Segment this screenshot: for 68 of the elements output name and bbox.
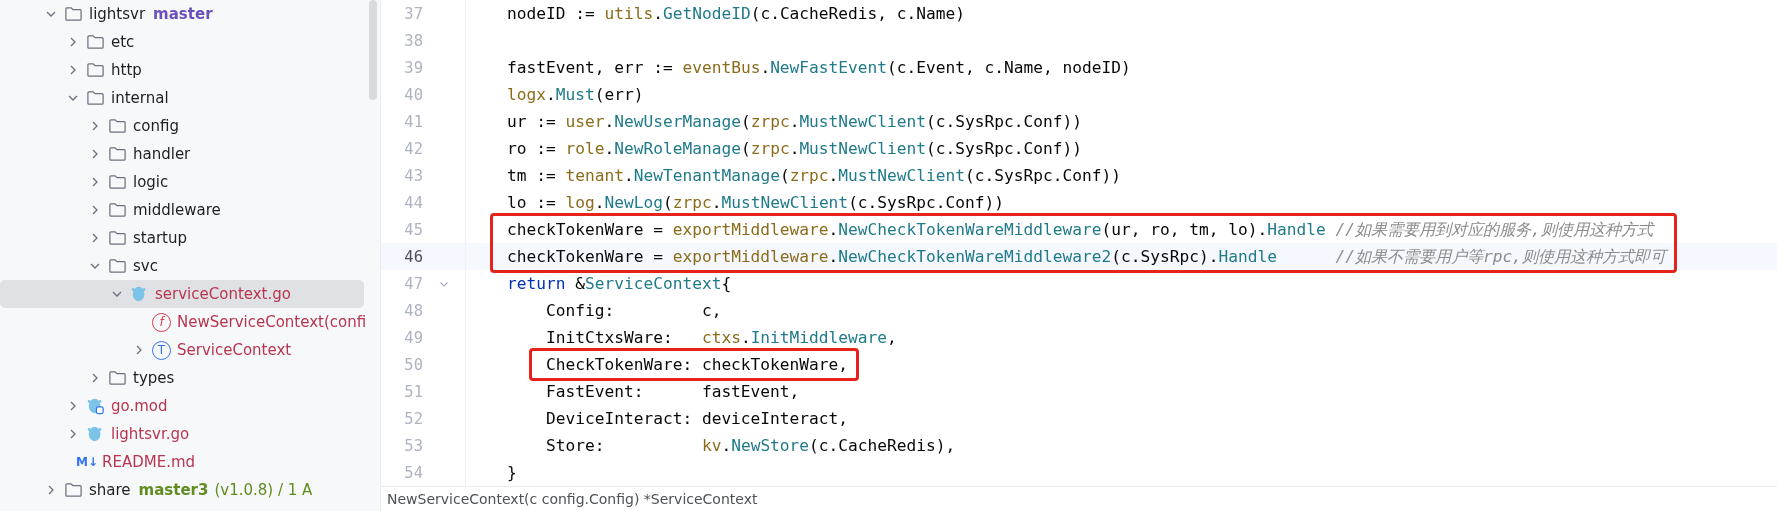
line-number: 52 (403, 409, 423, 428)
tree-item[interactable]: http (0, 56, 364, 84)
line-number: 48 (403, 301, 423, 320)
tree-item[interactable]: lightsvr.go (0, 420, 364, 448)
line-number: 49 (403, 328, 423, 347)
code-line: DeviceInteract: deviceInteract, (545, 409, 849, 428)
tree-item[interactable]: middleware (0, 196, 364, 224)
line-number: 54 (403, 463, 423, 482)
code-line: ro := role.NewRoleManage(zrpc.MustNewClient(c.SysRpc.Conf)) (506, 139, 1082, 158)
tree-item[interactable]: M↓ README.md (0, 448, 364, 476)
tree-item[interactable]: config (0, 112, 364, 140)
folder-icon (108, 229, 127, 247)
line-number: 45 (403, 220, 423, 239)
line-number: 44 (403, 193, 423, 212)
code-line: checkTokenWare = exportMiddleware.NewCheckTokenWareMiddleware(ur, ro, tm, lo).Handle //如果需要用到对应的服务,则使用这种方式 (506, 220, 1653, 239)
folder-icon (108, 117, 127, 135)
folder-icon (64, 481, 83, 499)
scrollbar[interactable] (369, 0, 377, 100)
tree-item[interactable]: share master3 (v1.0.8) / 1 A (0, 476, 364, 504)
folder-icon (64, 5, 83, 23)
code-line: logx.Must(err) (506, 85, 644, 104)
folder-icon (86, 33, 105, 51)
folder-icon (108, 257, 127, 275)
line-number: 37 (403, 4, 423, 23)
line-number: 41 (403, 112, 423, 131)
line-number: 40 (403, 85, 423, 104)
tree-item[interactable]: logic (0, 168, 364, 196)
folder-icon (108, 145, 127, 163)
tree-item[interactable]: f NewServiceContext(confi (0, 308, 367, 336)
breadcrumb[interactable]: NewServiceContext(c config.Config) *ServiceContext (387, 487, 758, 509)
code-line: } (506, 463, 517, 482)
folder-icon (86, 61, 105, 79)
line-number: 43 (403, 166, 423, 185)
tree-item[interactable]: internal (0, 84, 364, 112)
line-number: 42 (403, 139, 423, 158)
file-icon (86, 397, 105, 415)
tree-item[interactable]: etc (0, 28, 364, 56)
tree-item[interactable]: types (0, 364, 364, 392)
folder-icon (108, 369, 127, 387)
code-line: Config: c, (545, 301, 722, 320)
tree-item[interactable]: go.mod (0, 392, 364, 420)
code-line: FastEvent: fastEvent, (545, 382, 800, 401)
line-number: 38 (403, 31, 423, 50)
markdown-icon: M↓ (76, 455, 98, 469)
code-line: fastEvent, err := eventBus.NewFastEvent(c.Event, c.Name, nodeID) (506, 58, 1131, 77)
folder-icon (108, 173, 127, 191)
line-number: 47 (403, 274, 423, 293)
line-number: 53 (403, 436, 423, 455)
folder-icon (108, 201, 127, 219)
tree-item[interactable]: handler (0, 140, 364, 168)
tree-item[interactable]: serviceContext.go (0, 280, 364, 308)
code-line: Store: kv.NewStore(c.CacheRedis), (545, 436, 956, 455)
code-line: lo := log.NewLog(zrpc.MustNewClient(c.SysRpc.Conf)) (506, 193, 1005, 212)
tree-item[interactable]: T ServiceContext (0, 336, 364, 364)
line-number: 51 (403, 382, 423, 401)
line-number: 50 (403, 355, 423, 374)
code-line: tm := tenant.NewTenantManage(zrpc.MustNewClient(c.SysRpc.Conf)) (506, 166, 1121, 185)
tree-item[interactable]: startup (0, 224, 364, 252)
tree-item[interactable]: lightsvr master (0, 0, 364, 28)
code-line: CheckTokenWare: checkTokenWare, (545, 355, 849, 374)
tree-item[interactable]: svc (0, 252, 364, 280)
line-number: 39 (403, 58, 423, 77)
folder-icon (86, 89, 105, 107)
code-line: return &ServiceContext{ (506, 274, 732, 293)
code-line: nodeID := utils.GetNodeID(c.CacheRedis, c.Name) (506, 4, 966, 23)
line-number: 46 (403, 247, 423, 266)
code-line: ur := user.NewUserManage(zrpc.MustNewClient(c.SysRpc.Conf)) (506, 112, 1082, 131)
code-line: InitCtxsWare: ctxs.InitMiddleware, (545, 328, 897, 347)
